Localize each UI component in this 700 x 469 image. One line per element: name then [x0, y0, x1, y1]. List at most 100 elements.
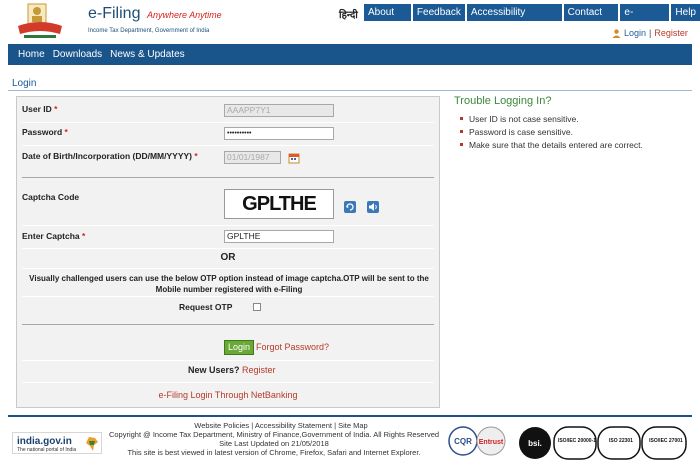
iso-22301-text: ISO 22301: [609, 438, 633, 444]
iso-20000-badge-icon: ISO/IEC 20000-1: [553, 426, 597, 460]
required-mark: *: [54, 104, 58, 114]
bsi-badge-text: bsi.: [528, 439, 542, 448]
trouble-item: Make sure that the details entered are c…: [460, 139, 643, 150]
password-label-text: Password: [22, 127, 63, 137]
brand-title: e-Filing: [88, 5, 141, 22]
new-users-label: New Users?: [188, 365, 240, 375]
footer-link-accessibility-statement[interactable]: Accessibility Statement: [255, 421, 332, 430]
enter-captcha-input[interactable]: GPLTHE: [224, 230, 334, 243]
login-button[interactable]: Login: [224, 340, 255, 355]
visually-challenged-note: Visually challenged users can use the be…: [29, 274, 429, 294]
dob-label: Date of Birth/Incorporation (DD/MM/YYYY)…: [22, 151, 198, 161]
footer-link-website-policies[interactable]: Website Policies: [194, 421, 249, 430]
title-divider: [8, 90, 692, 91]
dob-input[interactable]: 01/01/1987: [224, 151, 281, 164]
iso-22301-badge-icon: ISO 22301: [597, 426, 641, 460]
footer-link-site-map[interactable]: Site Map: [338, 421, 368, 430]
login-register-links: Login | Register: [612, 28, 688, 38]
entrust-badge-icon: Entrust: [476, 426, 506, 456]
iso-27001-badge-icon: ISO/IEC 27001: [641, 426, 687, 460]
password-input[interactable]: ••••••••••: [224, 127, 334, 140]
audio-captcha-icon[interactable]: [367, 201, 379, 213]
footer-last-updated: Site Last Updated on 21/05/2018: [219, 439, 329, 448]
enter-captcha-label-text: Enter Captcha: [22, 231, 80, 241]
footer-copyright-block: Copyright @ Income Tax Department, Minis…: [104, 430, 444, 457]
row-divider: [22, 248, 434, 249]
user-id-label: User ID *: [22, 104, 57, 114]
bullet-icon: [460, 117, 463, 120]
brand: e-Filing Anywhere Anytime: [88, 5, 222, 23]
iso-27001-text: ISO/IEC 27001: [649, 438, 683, 444]
top-nav-feedback[interactable]: Feedback: [412, 4, 465, 21]
main-nav-downloads[interactable]: Downloads: [53, 49, 102, 60]
top-nav-about-us[interactable]: About Us: [364, 4, 411, 35]
trouble-list: User ID is not case sensitive. Password …: [460, 114, 643, 153]
enter-captcha-label: Enter Captcha *: [22, 231, 85, 241]
india-gov-title: india.gov.in: [17, 436, 72, 447]
row-divider: [22, 296, 434, 297]
brand-tagline: Anywhere Anytime: [146, 10, 222, 20]
hindi-language-link[interactable]: हिन्दी: [339, 7, 358, 21]
footer-separator: |: [251, 421, 254, 430]
bsi-badge-icon: bsi.: [519, 427, 551, 459]
india-map-icon: [86, 437, 98, 451]
row-divider: [22, 382, 434, 383]
user-icon: [612, 28, 621, 38]
emblem-logo-icon: [18, 3, 62, 38]
header-login-link[interactable]: Login: [624, 28, 646, 38]
iso-20000-text: ISO/IEC 20000-1: [558, 438, 596, 444]
user-id-input[interactable]: AAAPP7Y1: [224, 104, 334, 117]
captcha-image: GPLTHE: [224, 189, 334, 219]
bullet-icon: [460, 130, 463, 133]
row-divider: [22, 268, 434, 269]
header-register-link[interactable]: Register: [654, 28, 688, 38]
trouble-item: User ID is not case sensitive.: [460, 113, 643, 124]
trouble-item-text: User ID is not case sensitive.: [469, 113, 579, 124]
footer-best-viewed: This site is best viewed in latest versi…: [127, 448, 421, 457]
row-divider: [22, 145, 434, 146]
top-nav-contact-us[interactable]: Contact Us: [563, 4, 619, 35]
page-title: Login: [12, 78, 37, 89]
user-id-label-text: User ID: [22, 104, 52, 114]
request-otp-label: Request OTP: [179, 302, 233, 312]
refresh-captcha-icon[interactable]: [344, 201, 356, 213]
header-separator: |: [649, 28, 652, 38]
cqr-badge-text: CQR: [454, 437, 472, 446]
required-mark: *: [194, 151, 198, 161]
main-nav: Home Downloads News & Updates: [8, 44, 692, 65]
main-nav-home[interactable]: Home: [18, 49, 45, 60]
india-gov-logo[interactable]: india.gov.in The national portal of Indi…: [12, 432, 102, 454]
india-gov-subtitle: The national portal of India: [17, 447, 77, 453]
required-mark: *: [64, 127, 68, 137]
footer-divider: [8, 415, 692, 417]
trouble-item-text: Make sure that the details entered are c…: [469, 139, 643, 150]
forgot-password-link[interactable]: Forgot Password?: [256, 342, 329, 352]
password-label: Password *: [22, 127, 68, 137]
login-form: User ID * AAAPP7Y1 Password * ••••••••••…: [16, 96, 440, 408]
trouble-item: Password is case sensitive.: [460, 126, 643, 137]
footer-separator: |: [334, 421, 337, 430]
trouble-item-text: Password is case sensitive.: [469, 126, 573, 137]
header: e-Filing Anywhere Anytime Income Tax Dep…: [0, 0, 700, 44]
brand-subtitle: Income Tax Department, Government of Ind…: [88, 28, 210, 34]
top-nav-help[interactable]: Help: [671, 4, 700, 21]
dob-label-text: Date of Birth/Incorporation (DD/MM/YYYY): [22, 151, 192, 161]
footer-copyright: Copyright @ Income Tax Department, Minis…: [108, 430, 440, 439]
row-divider: [22, 225, 434, 226]
required-mark: *: [82, 231, 86, 241]
row-divider: [22, 360, 434, 361]
top-nav-accessibility-options[interactable]: Accessibility Options: [466, 4, 562, 35]
captcha-code-label: Captcha Code: [22, 192, 80, 202]
top-nav-e-nivaran[interactable]: e-Nivaran: [620, 4, 670, 35]
entrust-badge-text: Entrust: [479, 439, 504, 446]
netbanking-login-link[interactable]: e-Filing Login Through NetBanking: [17, 390, 439, 400]
bullet-icon: [460, 143, 463, 146]
top-nav: About Us Feedback Accessibility Options …: [364, 4, 700, 35]
register-link[interactable]: Register: [242, 365, 276, 375]
section-divider: [22, 177, 434, 178]
calendar-icon[interactable]: [288, 152, 300, 164]
request-otp-checkbox[interactable]: [253, 303, 261, 311]
or-divider-text: OR: [220, 252, 236, 263]
main-nav-news-updates[interactable]: News & Updates: [110, 49, 184, 60]
footer-links: Website Policies | Accessibility Stateme…: [120, 421, 442, 430]
